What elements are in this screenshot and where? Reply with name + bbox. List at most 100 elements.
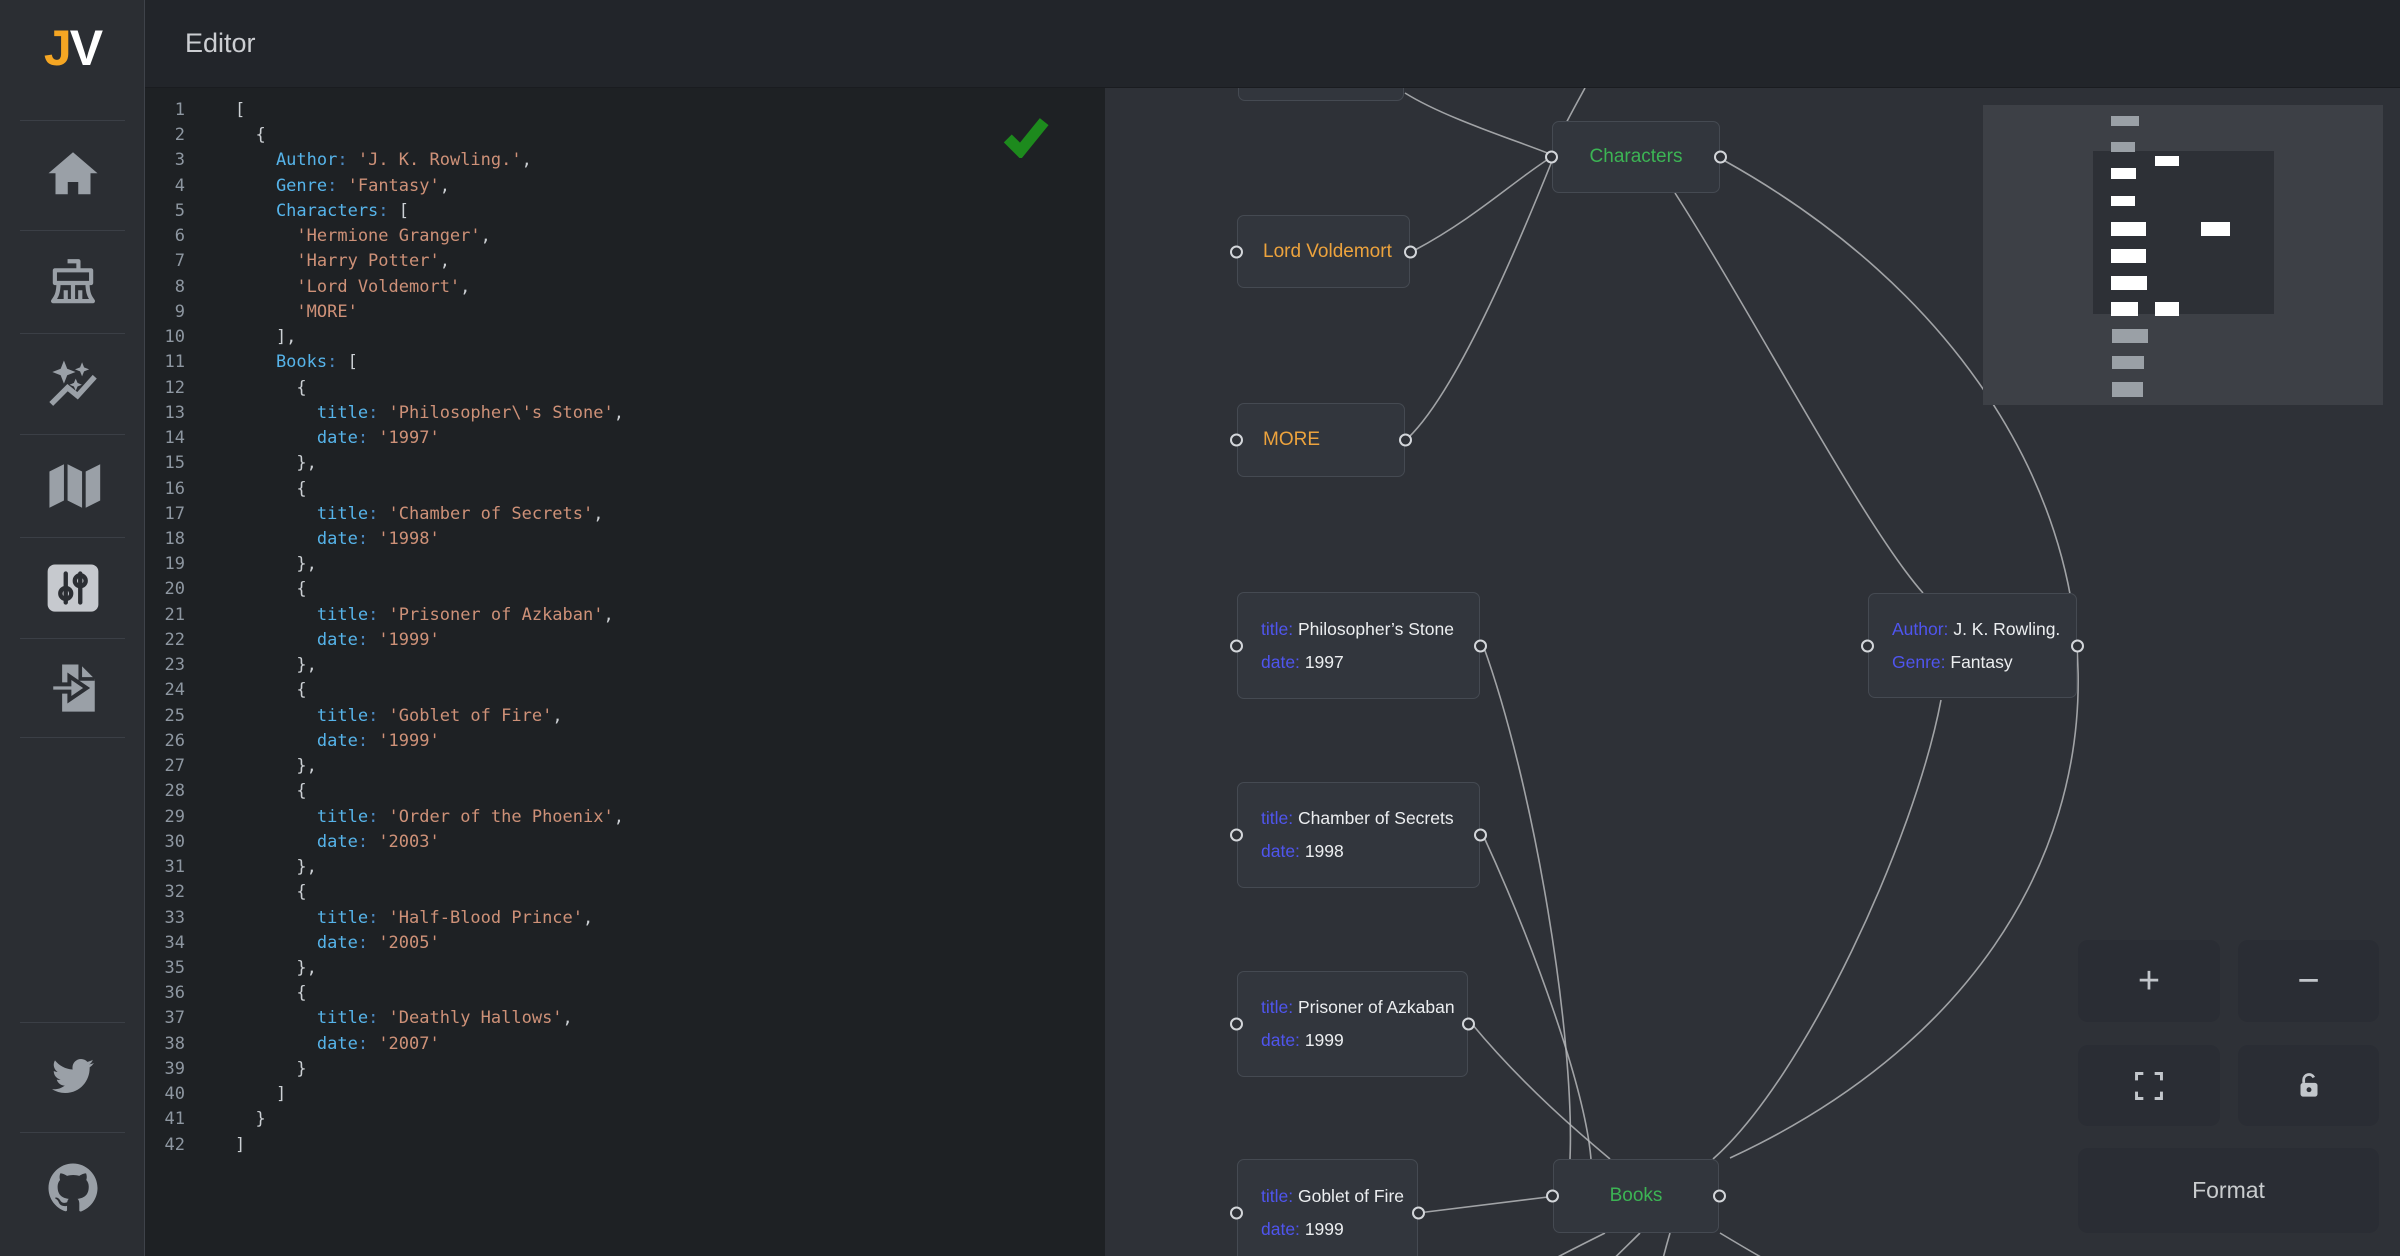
line-number: 13	[145, 401, 185, 426]
code-line[interactable]: 17 title: 'Chamber of Secrets',	[145, 502, 1105, 527]
code-line[interactable]: 21 title: 'Prisoner of Azkaban',	[145, 603, 1105, 628]
code-line[interactable]: 40 ]	[145, 1082, 1105, 1107]
node-characters[interactable]: Characters	[1552, 121, 1720, 193]
app-logo[interactable]: J V	[0, 12, 145, 84]
line-number: 19	[145, 552, 185, 577]
code-line[interactable]: 2 {	[145, 123, 1105, 148]
code-line[interactable]: 6 'Hermione Granger',	[145, 224, 1105, 249]
code-line[interactable]: 14 date: '1997'	[145, 426, 1105, 451]
line-number: 8	[145, 275, 185, 300]
code-line[interactable]: 1[	[145, 98, 1105, 123]
edge	[1520, 1233, 1605, 1256]
minimap[interactable]	[1983, 105, 2383, 405]
edge	[1418, 1197, 1548, 1213]
node-port-icon	[1399, 434, 1412, 447]
code-line[interactable]: 13 title: 'Philosopher\'s Stone',	[145, 401, 1105, 426]
node-port-icon	[2071, 639, 2084, 652]
node-port-icon	[1230, 639, 1243, 652]
code-line[interactable]: 41 }	[145, 1107, 1105, 1132]
node-port-icon	[1713, 1190, 1726, 1203]
node-books[interactable]: Books	[1553, 1159, 1719, 1233]
line-number: 39	[145, 1057, 185, 1082]
code-line[interactable]: 5 Characters: [	[145, 199, 1105, 224]
code-line[interactable]: 32 {	[145, 880, 1105, 905]
graph-canvas[interactable]: Characters Lord Voldemort MORE title: Ph…	[1105, 88, 2400, 1256]
unlock-icon	[2292, 1069, 2326, 1103]
node-book-prisoner-of-azkaban[interactable]: title: Prisoner of Azkaban date: 1999	[1237, 971, 1468, 1077]
code-line[interactable]: 10 ],	[145, 325, 1105, 350]
code-line[interactable]: 16 {	[145, 477, 1105, 502]
node-book-chamber-of-secrets[interactable]: title: Chamber of Secrets date: 1998	[1237, 782, 1480, 888]
code-line[interactable]: 29 title: 'Order of the Phoenix',	[145, 805, 1105, 830]
code-line[interactable]: 34 date: '2005'	[145, 931, 1105, 956]
minimap-node-mark	[2112, 329, 2148, 343]
code-line[interactable]: 25 title: 'Goblet of Fire',	[145, 704, 1105, 729]
code-line[interactable]: 39 }	[145, 1057, 1105, 1082]
code-line[interactable]: 20 {	[145, 577, 1105, 602]
code-line[interactable]: 26 date: '1999'	[145, 729, 1105, 754]
code-line[interactable]: 31 },	[145, 855, 1105, 880]
line-number: 26	[145, 729, 185, 754]
code-line[interactable]: 22 date: '1999'	[145, 628, 1105, 653]
lock-button[interactable]	[2238, 1045, 2379, 1126]
code-line[interactable]: 30 date: '2003'	[145, 830, 1105, 855]
code-line[interactable]: 4 Genre: 'Fantasy',	[145, 174, 1105, 199]
code-line[interactable]: 9 'MORE'	[145, 300, 1105, 325]
zoom-out-button[interactable]: −	[2238, 940, 2379, 1022]
minimap-node-mark	[2201, 222, 2230, 236]
code-line[interactable]: 37 title: 'Deathly Hallows',	[145, 1006, 1105, 1031]
code-editor[interactable]: 1[2 {3 Author: 'J. K. Rowling.',4 Genre:…	[145, 88, 1105, 1256]
node-author-genre[interactable]: Author: J. K. Rowling. Genre: Fantasy	[1868, 593, 2077, 698]
code-line[interactable]: 7 'Harry Potter',	[145, 249, 1105, 274]
node-book-philosophers-stone[interactable]: title: Philosopher’s Stone date: 1997	[1237, 592, 1480, 699]
code-line[interactable]: 28 {	[145, 779, 1105, 804]
code-line[interactable]: 42]	[145, 1133, 1105, 1158]
sidebar-item-map[interactable]	[0, 446, 145, 526]
sidebar-item-auto-format[interactable]	[0, 344, 145, 424]
code-line[interactable]: 35 },	[145, 956, 1105, 981]
code-line[interactable]: 12 {	[145, 376, 1105, 401]
sidebar-item-import[interactable]	[0, 648, 145, 728]
node-book-goblet-of-fire[interactable]: title: Goblet of Fire date: 1999	[1237, 1159, 1418, 1256]
format-button[interactable]: Format	[2078, 1148, 2379, 1233]
node-partial-top[interactable]	[1238, 88, 1404, 101]
sidebar-item-github[interactable]	[0, 1148, 145, 1228]
code-line[interactable]: 8 'Lord Voldemort',	[145, 275, 1105, 300]
minimap-node-mark	[2111, 196, 2135, 206]
code-line[interactable]: 27 },	[145, 754, 1105, 779]
minimap-node-mark	[2111, 142, 2135, 152]
fullscreen-icon	[2132, 1069, 2166, 1103]
fit-view-button[interactable]	[2078, 1045, 2220, 1126]
sidebar-item-settings[interactable]	[0, 548, 145, 628]
node-row: title: Chamber of Secrets	[1261, 802, 1479, 835]
code-line[interactable]: 3 Author: 'J. K. Rowling.',	[145, 148, 1105, 173]
sidebar-item-clean[interactable]	[0, 243, 145, 323]
code-line[interactable]: 38 date: '2007'	[145, 1032, 1105, 1057]
file-import-icon	[44, 659, 102, 717]
line-number: 36	[145, 981, 185, 1006]
edge	[1658, 1233, 1670, 1256]
sidebar-divider	[20, 120, 125, 121]
sidebar: J V	[0, 0, 145, 1256]
code-line[interactable]: 33 title: 'Half-Blood Prince',	[145, 906, 1105, 931]
node-port-icon	[1230, 829, 1243, 842]
code-line[interactable]: 15 },	[145, 451, 1105, 476]
code-line[interactable]: 36 {	[145, 981, 1105, 1006]
node-more[interactable]: MORE	[1237, 403, 1405, 477]
code-line[interactable]: 24 {	[145, 678, 1105, 703]
line-number: 28	[145, 779, 185, 804]
line-number: 35	[145, 956, 185, 981]
code-line[interactable]: 19 },	[145, 552, 1105, 577]
node-row: date: 1999	[1261, 1024, 1467, 1057]
code-line[interactable]: 11 Books: [	[145, 350, 1105, 375]
sidebar-item-home[interactable]	[0, 135, 145, 215]
node-lord-voldemort[interactable]: Lord Voldemort	[1237, 215, 1410, 288]
zoom-in-button[interactable]: +	[2078, 940, 2220, 1022]
sidebar-divider	[20, 1022, 125, 1023]
line-number: 32	[145, 880, 185, 905]
minimap-node-mark	[2155, 302, 2179, 316]
code-line[interactable]: 18 date: '1998'	[145, 527, 1105, 552]
sidebar-item-twitter[interactable]	[0, 1036, 145, 1116]
brush-icon	[44, 254, 102, 312]
code-line[interactable]: 23 },	[145, 653, 1105, 678]
